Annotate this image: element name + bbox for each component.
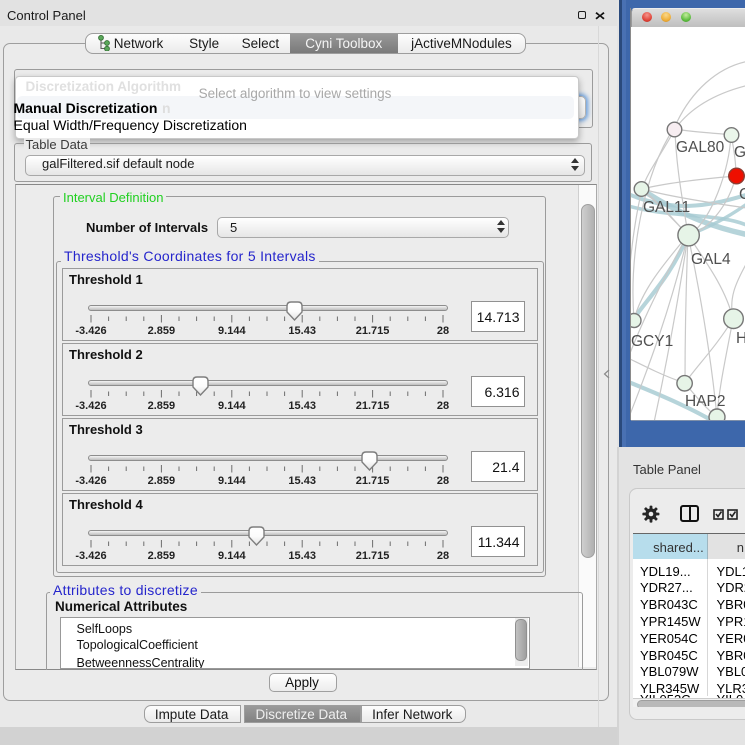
svg-text:GAL11: GAL11 <box>643 199 690 216</box>
svg-text:GAL4: GAL4 <box>691 251 731 268</box>
svg-text:H: H <box>736 330 745 347</box>
svg-text:HAP2: HAP2 <box>685 393 726 410</box>
svg-text:GA: GA <box>734 144 745 161</box>
svg-text:C: C <box>739 186 745 203</box>
svg-text:GAL80: GAL80 <box>676 139 725 156</box>
svg-text:GCY1: GCY1 <box>631 333 673 350</box>
